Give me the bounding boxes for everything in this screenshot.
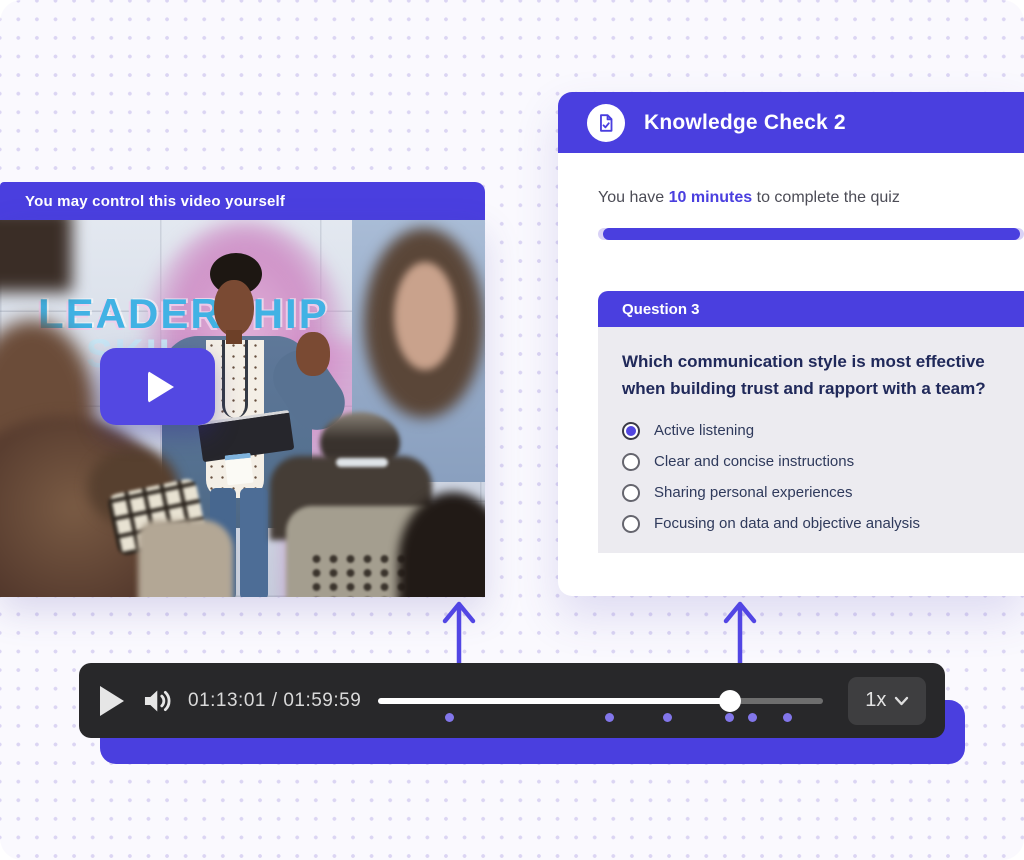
screen-text-leadership: LEADERSHIP (38, 290, 329, 338)
playback-speed-button[interactable]: 1x (848, 677, 926, 725)
chapter-marker-dot[interactable] (783, 713, 792, 722)
volume-icon (140, 684, 174, 718)
presenter-leg (240, 488, 268, 597)
knowledge-check-header: Knowledge Check 2 (558, 92, 1024, 153)
question-text: Which communication style is most effect… (622, 348, 1000, 402)
presenter-lanyard (222, 340, 248, 418)
quiz-time-note-highlight: 10 minutes (669, 189, 753, 206)
option-data-analysis[interactable]: Focusing on data and objective analysis (622, 508, 1000, 539)
speed-label: 1x (865, 689, 886, 712)
chapter-marker-dot[interactable] (663, 713, 672, 722)
presenter-badge (225, 453, 254, 486)
player-control-bar: 01:13:01 / 01:59:59 1x (79, 663, 945, 738)
video-play-button[interactable] (100, 348, 215, 425)
option-label: Sharing personal experiences (654, 484, 852, 501)
radio-button[interactable] (622, 453, 640, 471)
presenter-head (214, 280, 254, 336)
seek-progress-fill (378, 698, 730, 704)
audience-collar (336, 458, 388, 467)
chapter-marker-dot[interactable] (605, 713, 614, 722)
quiz-time-progressbar (598, 228, 1024, 240)
arrow-to-quiz (720, 599, 760, 663)
presenter-hand (296, 332, 330, 376)
video-banner: You may control this video yourself (0, 182, 485, 220)
video-panel: You may control this video yourself LEAD… (0, 182, 485, 597)
radio-button[interactable] (622, 484, 640, 502)
chapter-marker-dot[interactable] (445, 713, 454, 722)
option-sharing-experiences[interactable]: Sharing personal experiences (622, 477, 1000, 508)
knowledge-check-card: Knowledge Check 2 You have 10 minutes to… (558, 92, 1024, 596)
question-panel: Question 3 Which communication style is … (598, 291, 1024, 553)
video-thumbnail[interactable]: LEADERSHIP SKIL (0, 220, 485, 597)
seek-bar[interactable] (378, 681, 823, 721)
chapter-marker-dot[interactable] (748, 713, 757, 722)
volume-button[interactable] (140, 684, 178, 718)
current-time: 01:13:01 (188, 690, 266, 711)
option-label: Active listening (654, 422, 754, 439)
play-icon (100, 686, 124, 716)
options-list: Active listening Clear and concise instr… (622, 415, 1000, 539)
play-icon (148, 371, 174, 403)
quiz-title: Knowledge Check 2 (644, 111, 846, 135)
option-active-listening[interactable]: Active listening (622, 415, 1000, 446)
question-body: Which communication style is most effect… (598, 327, 1024, 553)
arrow-to-video (439, 599, 479, 663)
seek-thumb[interactable] (719, 690, 741, 712)
page-canvas: You may control this video yourself LEAD… (0, 0, 1024, 860)
quiz-time-note-prefix: You have (598, 189, 669, 206)
option-label: Focusing on data and objective analysis (654, 515, 920, 532)
chapter-marker-dot[interactable] (725, 713, 734, 722)
presenter-neck (226, 330, 242, 344)
radio-button[interactable] (622, 422, 640, 440)
audience-chair (138, 520, 233, 597)
total-duration: 01:59:59 (283, 690, 361, 711)
time-separator: / (266, 690, 283, 711)
audience-blur (0, 220, 72, 292)
time-display: 01:13:01 / 01:59:59 (188, 690, 361, 712)
chapter-markers (378, 713, 823, 723)
document-check-icon (587, 104, 625, 142)
option-label: Clear and concise instructions (654, 453, 854, 470)
question-header: Question 3 (598, 291, 1024, 327)
quiz-time-note: You have 10 minutes to complete the quiz (598, 189, 900, 207)
chevron-down-icon (894, 696, 909, 706)
player-play-button[interactable] (100, 685, 130, 717)
radio-button[interactable] (622, 515, 640, 533)
option-clear-instructions[interactable]: Clear and concise instructions (622, 446, 1000, 477)
quiz-time-progress-fill (603, 228, 1020, 240)
quiz-time-note-suffix: to complete the quiz (752, 189, 900, 206)
